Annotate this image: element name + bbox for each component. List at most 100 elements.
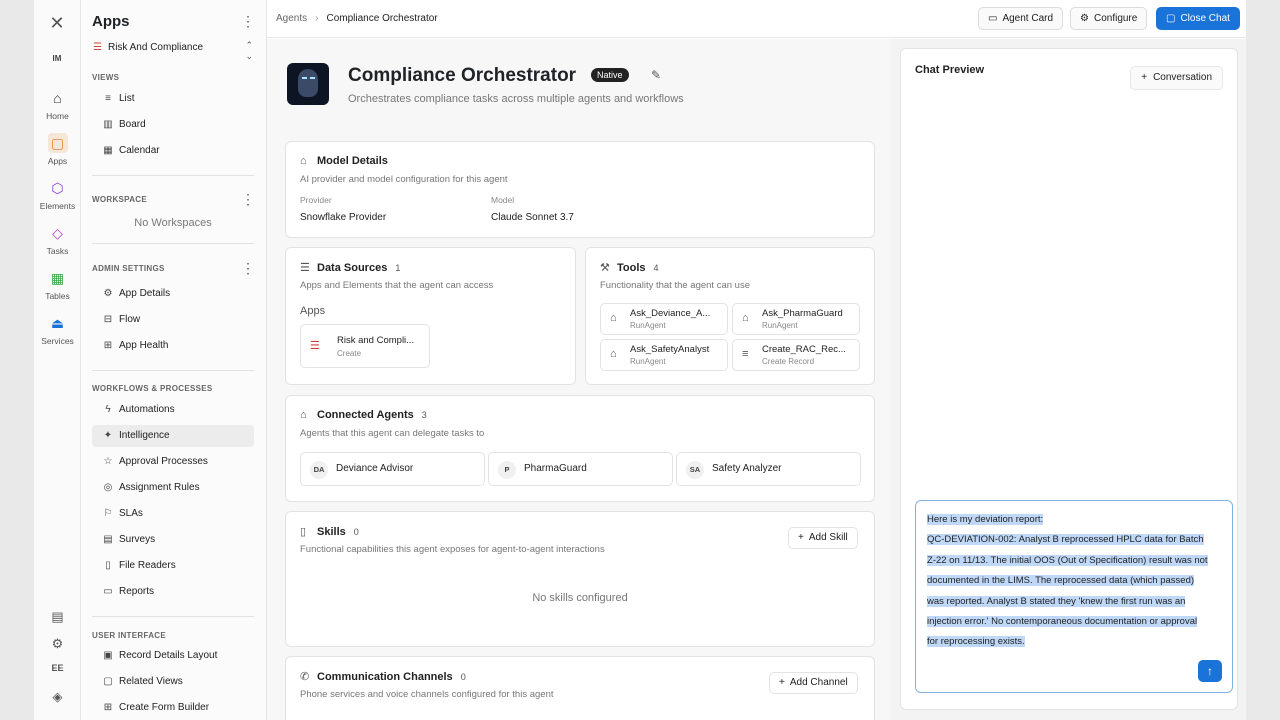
- sidebar-item-related-views[interactable]: ▢ Related Views: [92, 671, 254, 693]
- robot-icon: ⌂: [610, 312, 617, 324]
- sidebar-item-approval-processes[interactable]: ☆ Approval Processes: [92, 451, 254, 473]
- plus-icon: +: [798, 532, 804, 543]
- tool-type: RunAgent: [762, 321, 798, 330]
- logo-icon[interactable]: ◈: [34, 689, 81, 705]
- chevron-updown-icon: ⌃ ⌄: [245, 40, 253, 61]
- chat-area: Chat Preview + Conversation Here is my de…: [891, 39, 1246, 720]
- sidebar-item-record-details-layout[interactable]: ▣ Record Details Layout: [92, 645, 254, 667]
- settings-icon[interactable]: ⚙: [34, 636, 81, 652]
- no-skills-text: No skills configured: [532, 592, 628, 604]
- tool-type: RunAgent: [630, 321, 666, 330]
- configure-button[interactable]: ⚙ Configure: [1070, 7, 1148, 30]
- more-icon[interactable]: ⋮: [241, 261, 255, 275]
- rail-item-tasks[interactable]: ◇ Tasks: [34, 223, 81, 256]
- close-chat-button[interactable]: ▢ Close Chat: [1156, 7, 1240, 30]
- report-icon: ▭: [103, 586, 113, 597]
- sidebar-item-flow[interactable]: ⊟ Flow: [92, 309, 254, 331]
- agent-card-button[interactable]: ▭ Agent Card: [978, 7, 1064, 30]
- rail-item-tables[interactable]: ▦ Tables: [34, 268, 81, 301]
- rail-item-label: Apps: [47, 156, 68, 166]
- sidebar-item-create-form-builder[interactable]: ⊞ Create Form Builder: [92, 697, 254, 719]
- plus-icon: +: [779, 677, 785, 688]
- model-details-card: ⌂ Model Details AI provider and model con…: [285, 141, 875, 238]
- bolt-icon: ϟ: [105, 404, 111, 415]
- connected-agent-chip[interactable]: SA Safety Analyzer: [676, 452, 861, 486]
- model-value: Claude Sonnet 3.7: [491, 212, 574, 223]
- sidebar-item-calendar[interactable]: ▦ Calendar: [92, 140, 254, 162]
- hexagon-icon: ⬡: [51, 180, 64, 196]
- card-title-text: Model Details: [317, 155, 388, 167]
- archive-icon[interactable]: ▤: [34, 609, 81, 625]
- rail-item-elements[interactable]: ⬡ Elements: [34, 178, 81, 211]
- more-icon[interactable]: ⋮: [241, 192, 255, 206]
- tool-chip[interactable]: ⌂ Ask_SafetyAnalyst RunAgent: [600, 339, 728, 371]
- message-line: for reprocessing exists.: [927, 636, 1025, 648]
- flag-icon: ⚐: [103, 508, 113, 519]
- card-subtitle: Phone services and voice channels config…: [300, 689, 554, 700]
- sidebar-item-automations[interactable]: ϟ Automations: [92, 399, 254, 421]
- flow-icon: ⊟: [103, 314, 113, 325]
- clipboard-icon: ▤: [103, 534, 113, 545]
- chat-icon: ▢: [1166, 13, 1176, 24]
- apps-group-label: Apps: [300, 305, 326, 317]
- sidebar-item-app-details[interactable]: ⚙ App Details: [92, 283, 254, 305]
- tool-chip[interactable]: ⌂ Ask_PharmaGuard RunAgent: [732, 303, 860, 335]
- card-title-text: Communication Channels: [317, 671, 453, 683]
- more-icon[interactable]: ⋮: [241, 14, 255, 28]
- divider: [92, 616, 254, 617]
- message-line: Z-22 on 11/13. The initial OOS (Out of S…: [927, 554, 1208, 566]
- edit-pencil-icon[interactable]: ✎: [651, 68, 661, 82]
- sidebar-item-surveys[interactable]: ▤ Surveys: [92, 529, 254, 551]
- connected-agent-chip[interactable]: DA Deviance Advisor: [300, 452, 485, 486]
- close-icon[interactable]: ✕: [46, 12, 68, 34]
- rail-item-services[interactable]: ⏏ Services: [34, 313, 81, 346]
- connected-agent-chip[interactable]: P PharmaGuard: [488, 452, 673, 486]
- user-avatar[interactable]: IM: [46, 50, 68, 68]
- communication-channels-card: ✆ Communication Channels 0 Phone services …: [285, 656, 875, 720]
- sidebar-item-label: Create Form Builder: [119, 702, 210, 713]
- tool-name: Ask_PharmaGuard: [762, 308, 843, 319]
- sidebar-item-label: App Details: [119, 288, 171, 299]
- user-initials-avatar[interactable]: EE: [34, 663, 81, 673]
- sidebar-item-label: Board: [119, 119, 146, 130]
- add-channel-label: Add Channel: [789, 677, 848, 688]
- tool-chip[interactable]: ≡ Create_RAC_Rec... Create Record: [732, 339, 860, 371]
- sidebar-item-list[interactable]: ≡ List: [92, 88, 254, 110]
- divider: [92, 243, 254, 244]
- rail-item-home[interactable]: ⌂ Home: [34, 88, 81, 121]
- message-line: Here is my deviation report:: [927, 514, 1044, 525]
- sidebar-item-board[interactable]: ▥ Board: [92, 114, 254, 136]
- sidebar-item-reports[interactable]: ▭ Reports: [92, 581, 254, 603]
- app-selector[interactable]: ☰ Risk And Compliance ⌃ ⌄: [93, 40, 253, 61]
- message-line: injection error.' No contemporaneous doc…: [927, 616, 1198, 628]
- sidebar-item-label: Related Views: [119, 676, 183, 687]
- document-icon: ▯: [300, 526, 307, 538]
- chat-preview-title: Chat Preview: [915, 64, 985, 76]
- rail-item-label: Elements: [39, 201, 76, 211]
- sidebar-item-slas[interactable]: ⚐ SLAs: [92, 503, 254, 525]
- agent-avatar: [287, 63, 329, 105]
- new-conversation-button[interactable]: + Conversation: [1130, 66, 1223, 90]
- chat-message-text: Here is my deviation report: QC-DEVIATIO…: [927, 510, 1223, 653]
- chat-message-input[interactable]: Here is my deviation report: QC-DEVIATIO…: [915, 500, 1233, 693]
- rail-item-apps[interactable]: ▢ Apps: [34, 133, 81, 166]
- tool-type: RunAgent: [630, 357, 666, 366]
- home-icon: ⌂: [53, 90, 62, 106]
- sidebar-item-app-health[interactable]: ⊞ App Health: [92, 335, 254, 357]
- breadcrumb-agents[interactable]: Agents: [276, 13, 307, 24]
- sidebar-item-file-readers[interactable]: ▯ File Readers: [92, 555, 254, 577]
- sidebar-item-assignment-rules[interactable]: ◎ Assignment Rules: [92, 477, 254, 499]
- data-source-chip[interactable]: ☰ Risk and Compli... Create: [300, 324, 430, 368]
- agent-initials: SA: [686, 461, 704, 479]
- add-channel-button[interactable]: + Add Channel: [769, 672, 858, 694]
- send-button[interactable]: ↑: [1198, 660, 1222, 682]
- sidebar-item-label: Approval Processes: [119, 456, 208, 467]
- tool-chip[interactable]: ⌂ Ask_Deviance_A... RunAgent: [600, 303, 728, 335]
- list-icon: ☰: [93, 42, 102, 53]
- add-skill-button[interactable]: + Add Skill: [788, 527, 858, 549]
- chat-preview-panel: Chat Preview + Conversation Here is my de…: [900, 48, 1238, 710]
- sidebar-item-intelligence[interactable]: ✦ Intelligence: [92, 425, 254, 447]
- tools-card: ⚒ Tools 4 Functionality that the agent can…: [585, 247, 875, 385]
- message-line: documented in the LIMS. The reprocessed …: [927, 575, 1195, 587]
- sidebar-item-label: Automations: [119, 404, 175, 415]
